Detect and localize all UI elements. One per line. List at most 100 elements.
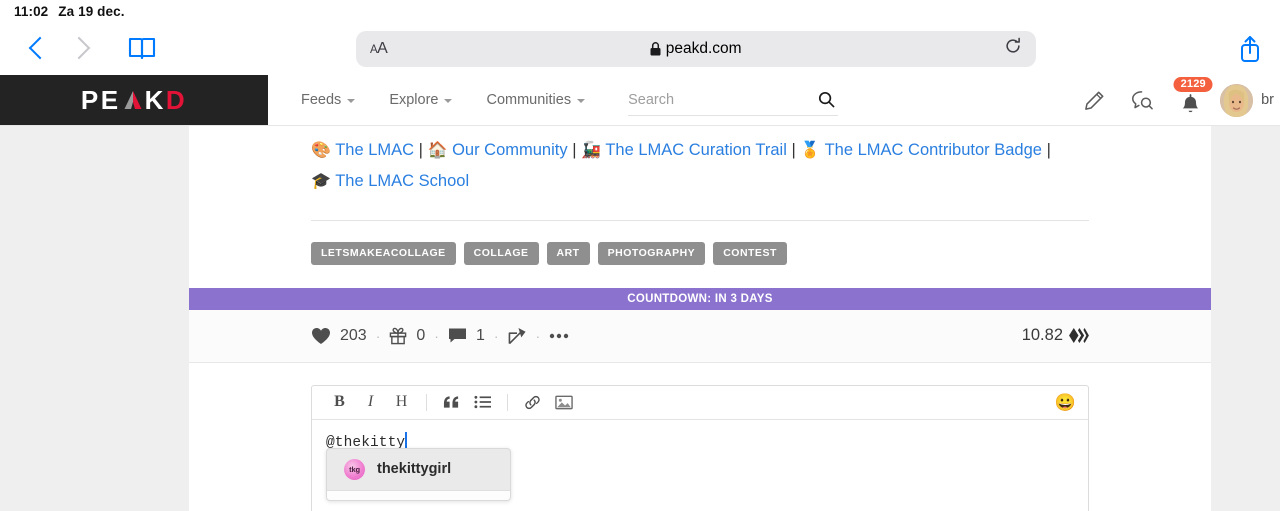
hive-icon [1069, 327, 1089, 344]
italic-button[interactable]: I [355, 387, 386, 417]
toolbar-divider [426, 393, 427, 411]
bold-button[interactable]: B [324, 387, 355, 417]
tag-collage[interactable]: COLLAGE [463, 242, 539, 265]
link-icon[interactable] [517, 387, 548, 417]
reload-icon [1006, 37, 1020, 53]
link-separator: | [791, 141, 796, 159]
text-size-button[interactable]: AA [370, 40, 388, 58]
train-icon: 🚂 [581, 142, 602, 159]
chevron-down-icon [347, 99, 356, 103]
text-cursor [405, 431, 408, 449]
comment-count: 1 [475, 326, 485, 344]
share-arrow-icon [508, 327, 526, 344]
toolbar-divider [507, 393, 508, 411]
stat-separator: · [434, 327, 439, 344]
nav-item-explore[interactable]: Explore [372, 75, 469, 125]
mention-autocomplete-dropdown[interactable]: tkg thekittygirl [326, 447, 511, 501]
nav-label: Feeds [301, 92, 342, 108]
tag-contest[interactable]: CONTEST [713, 242, 787, 265]
share-icon [1241, 35, 1259, 62]
chat-search-icon [1131, 90, 1153, 109]
chevron-down-icon [444, 99, 453, 103]
tag-photography[interactable]: PHOTOGRAPHY [597, 242, 706, 265]
address-bar[interactable]: AA peakd.com [356, 30, 1036, 67]
logo-d: D [165, 84, 188, 115]
chevron-right-icon [74, 37, 87, 60]
comment-editor[interactable]: B I H 😀 @thekitty tkg thekittygirl [311, 384, 1089, 511]
tip-count: 0 [416, 326, 426, 344]
image-icon[interactable] [548, 387, 579, 417]
reblog-button[interactable] [508, 327, 527, 345]
more-options-button[interactable] [549, 333, 569, 339]
link-lmac-school[interactable]: The LMAC School [335, 172, 469, 190]
ellipsis-icon [550, 333, 569, 338]
link-curation-trail[interactable]: The LMAC Curation Trail [605, 141, 787, 159]
post-stats-left: 203 · 0 · 1 · · [311, 327, 569, 345]
status-bar-time: 11:02 [14, 3, 49, 19]
link-the-lmac[interactable]: The LMAC [335, 141, 414, 159]
reload-button[interactable] [1004, 37, 1022, 60]
logo-text: PE KD [81, 85, 187, 116]
username-label: br [1261, 92, 1274, 108]
post-links-line-1: 🎨 The LMAC | 🏠 Our Community | 🚂 The LMA… [311, 135, 1089, 166]
url-text: peakd.com [665, 39, 742, 57]
mention-suggestion-item[interactable]: tkg thekittygirl [330, 452, 507, 487]
link-our-community[interactable]: Our Community [452, 141, 568, 159]
medal-icon: 🏅 [800, 142, 821, 159]
nav-item-feeds[interactable]: Feeds [284, 75, 372, 125]
user-menu[interactable]: br [1214, 83, 1276, 117]
main-nav: Feeds Explore Communities [268, 75, 839, 125]
post-links-line-2: 🎓 The LMAC School [311, 166, 1089, 197]
browser-chrome: 11:02 Za 19 dec. AA peakd.com [0, 0, 1280, 75]
stat-separator: · [493, 327, 499, 344]
tip-button[interactable]: 0 [389, 327, 425, 345]
logo-pe: PE [80, 84, 121, 115]
page-body: 🎨 The LMAC | 🏠 Our Community | 🚂 The LMA… [0, 126, 1280, 511]
logo-k: K [144, 84, 166, 115]
bell-icon [1182, 93, 1198, 112]
ios-status-bar: 11:02 Za 19 dec. [0, 0, 1280, 22]
search-input[interactable] [628, 91, 816, 108]
search-box[interactable] [628, 84, 839, 116]
chevron-left-icon [30, 37, 43, 60]
nav-item-communities[interactable]: Communities [469, 75, 602, 125]
comment-button[interactable]: 1 [448, 327, 485, 345]
link-contributor-badge[interactable]: The LMAC Contributor Badge [825, 141, 1042, 159]
nav-label: Communities [486, 92, 572, 108]
link-separator: | [1046, 141, 1051, 159]
site-header: PE KD Feeds Explore Communities Search 2… [0, 75, 1280, 126]
url-display[interactable]: peakd.com [387, 40, 1004, 58]
tag-art[interactable]: ART [546, 242, 590, 265]
post-footer-content: 🎨 The LMAC | 🏠 Our Community | 🚂 The LMA… [189, 126, 1211, 265]
stat-separator: · [375, 327, 381, 344]
peakd-logo[interactable]: PE KD [0, 75, 268, 125]
tag-letsmakeacollage[interactable]: LETSMAKEACOLLAGE [311, 242, 456, 265]
emoji-picker-button[interactable]: 😀 [1055, 394, 1076, 411]
back-button[interactable] [14, 27, 58, 71]
vote-count: 203 [340, 326, 367, 344]
list-icon[interactable] [467, 387, 498, 417]
payout-value[interactable]: 10.82 [1022, 326, 1089, 345]
quote-icon[interactable] [436, 387, 467, 417]
gift-icon [390, 327, 407, 344]
comment-textarea[interactable]: @thekitty tkg thekittygirl [312, 420, 1088, 511]
share-button[interactable] [1238, 34, 1262, 64]
comment-icon [448, 328, 466, 343]
compose-button[interactable] [1070, 75, 1118, 126]
graduation-cap-icon: 🎓 [311, 173, 331, 190]
search-icon[interactable] [815, 91, 838, 108]
notifications-button[interactable]: 2129 [1166, 75, 1214, 126]
house-icon: 🏠 [427, 142, 448, 159]
browser-toolbar: AA peakd.com [0, 22, 1280, 75]
forward-button[interactable] [58, 27, 102, 71]
payout-amount: 10.82 [1021, 326, 1063, 344]
bookmarks-button[interactable] [120, 27, 164, 71]
messages-button[interactable] [1118, 75, 1166, 126]
heading-button[interactable]: H [386, 387, 417, 417]
dropdown-footer [327, 489, 510, 500]
vote-button[interactable]: 203 [311, 327, 367, 345]
nav-label: Explore [389, 92, 439, 108]
avatar[interactable] [1220, 83, 1254, 117]
mention-username: thekittygirl [377, 461, 452, 477]
header-actions: 2129 br [1070, 75, 1280, 125]
